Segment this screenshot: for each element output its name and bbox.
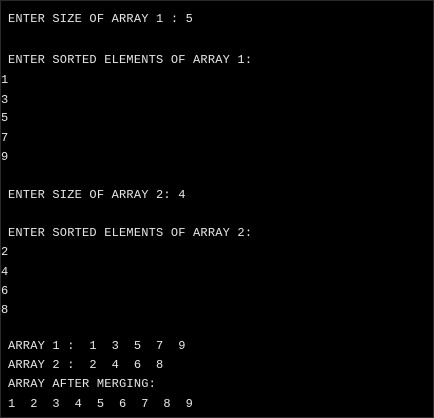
input-value: 6	[1, 284, 9, 298]
output-array-2: ARRAY 2 : 2 4 6 8	[8, 358, 164, 372]
prompt-size-array-2: ENTER SIZE OF ARRAY 2: 4	[8, 188, 186, 202]
console-window[interactable]: ENTER SIZE OF ARRAY 1 : 5 ENTER SORTED E…	[0, 0, 434, 418]
input-value: 5	[1, 111, 9, 125]
input-value: 1	[1, 73, 9, 87]
prompt-elements-array-1: ENTER SORTED ELEMENTS OF ARRAY 1:	[8, 53, 253, 67]
input-value: 4	[1, 265, 9, 279]
input-value: 7	[1, 131, 9, 145]
input-value: 9	[1, 150, 9, 164]
input-value: 3	[1, 93, 9, 107]
output-array-1: ARRAY 1 : 1 3 5 7 9	[8, 339, 186, 353]
output-merged-heading: ARRAY AFTER MERGING:	[8, 377, 157, 391]
input-value: 2	[1, 245, 9, 259]
prompt-size-array-1: ENTER SIZE OF ARRAY 1 : 5	[8, 12, 194, 26]
input-value: 8	[1, 303, 9, 317]
prompt-elements-array-2: ENTER SORTED ELEMENTS OF ARRAY 2:	[8, 226, 253, 240]
output-merged-array: 1 2 3 4 5 6 7 8 9	[8, 397, 194, 411]
